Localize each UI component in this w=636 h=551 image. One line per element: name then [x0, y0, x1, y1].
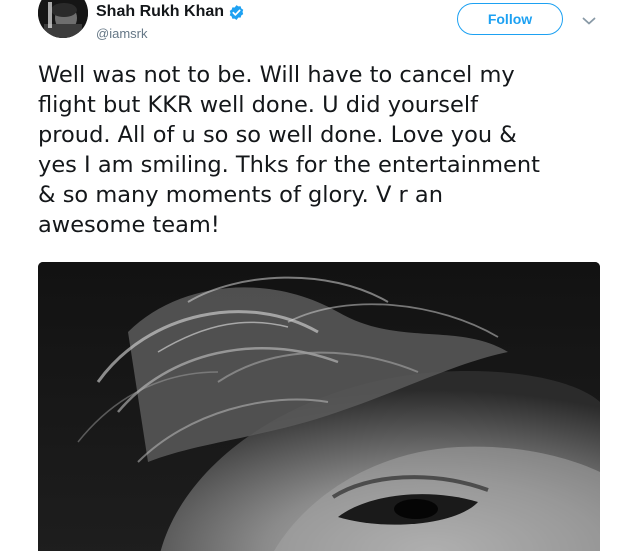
tweet-media-photo[interactable]	[38, 262, 600, 551]
photo-icon	[38, 262, 600, 551]
author-name-row: Shah Rukh Khan	[96, 1, 245, 23]
tweet-text: Well was not to be. Will have to cancel …	[38, 60, 610, 240]
author-handle[interactable]: @iamsrk	[96, 26, 147, 41]
tweet-text-line: & so many moments of glory. V r an	[38, 182, 443, 208]
avatar[interactable]	[38, 0, 88, 38]
avatar-photo-icon	[38, 0, 88, 38]
tweet-card: Shah Rukh Khan @iamsrk Follow Well was n…	[0, 0, 636, 551]
verified-badge-icon	[228, 4, 245, 21]
tweet-text-line: awesome team!	[38, 212, 220, 238]
tweet-text-line: proud. All of u so so well done. Love yo…	[38, 122, 517, 148]
tweet-text-line: yes I am smiling. Thks for the entertain…	[38, 152, 540, 178]
tweet-text-line: flight but KKR well done. U did yourself	[38, 92, 479, 118]
chevron-down-icon[interactable]	[582, 13, 596, 25]
tweet-text-line: Well was not to be. Will have to cancel …	[38, 62, 515, 88]
follow-button[interactable]: Follow	[457, 3, 563, 35]
author-display-name[interactable]: Shah Rukh Khan	[96, 3, 224, 21]
